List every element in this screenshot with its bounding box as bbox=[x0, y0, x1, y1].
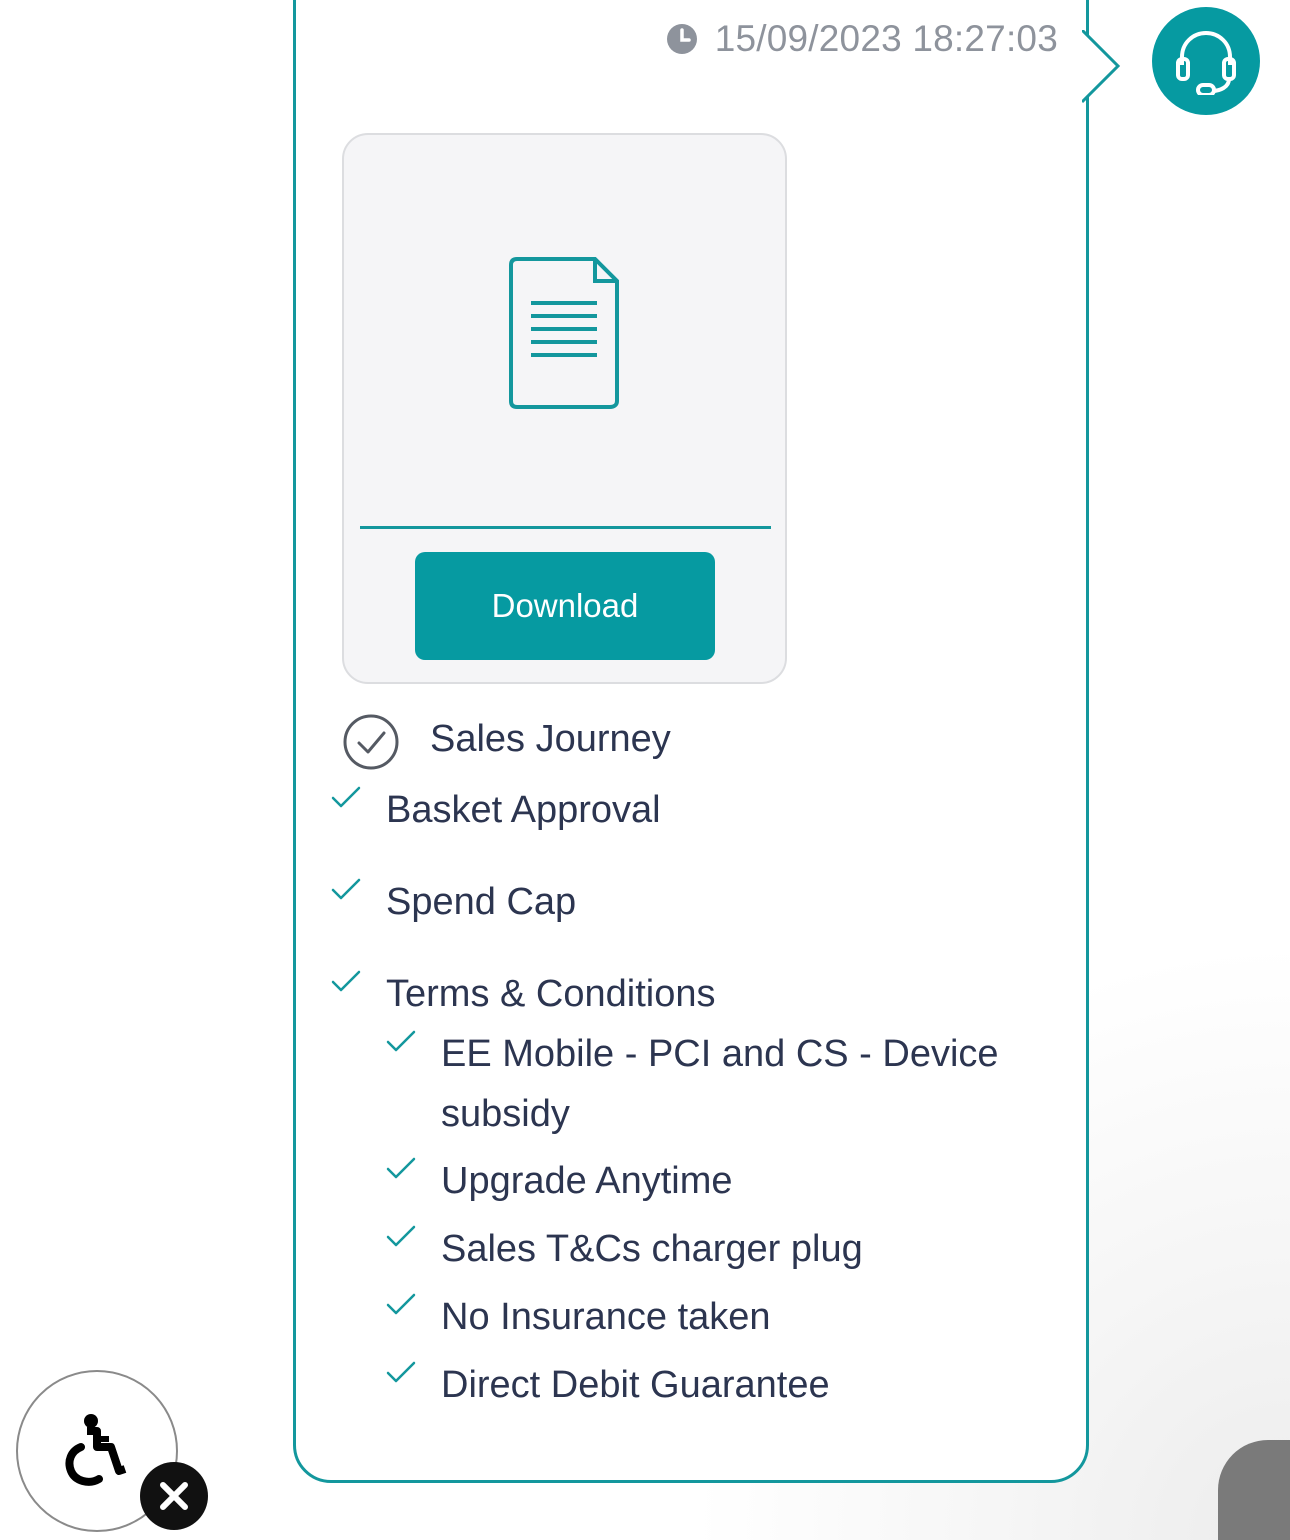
list-item-no-insurance: No Insurance taken bbox=[441, 1296, 771, 1338]
journey-title: Sales Journey bbox=[430, 718, 671, 760]
list-item-direct-debit: Direct Debit Guarantee bbox=[441, 1364, 830, 1406]
close-icon bbox=[160, 1482, 188, 1510]
close-accessibility-button[interactable] bbox=[140, 1462, 208, 1530]
check-icon bbox=[386, 1361, 416, 1383]
bubble-tail bbox=[1082, 30, 1121, 104]
headset-icon bbox=[1176, 30, 1236, 95]
list-item-spend-cap: Spend Cap bbox=[386, 881, 577, 923]
journey-header bbox=[342, 713, 400, 771]
list-item-basket-approval: Basket Approval bbox=[386, 789, 661, 831]
check-icon bbox=[331, 970, 361, 992]
check-icon bbox=[386, 1225, 416, 1247]
list-item-terms-conditions: Terms & Conditions bbox=[386, 973, 716, 1015]
check-icon bbox=[386, 1030, 416, 1052]
circle-check-icon bbox=[343, 714, 399, 770]
clock-icon bbox=[666, 24, 697, 54]
check-icon bbox=[386, 1157, 416, 1179]
agent-avatar bbox=[1152, 7, 1260, 115]
download-button[interactable]: Download bbox=[415, 552, 715, 660]
list-item-charger-plug: Sales T&Cs charger plug bbox=[441, 1228, 863, 1270]
check-icon bbox=[331, 786, 361, 808]
check-icon bbox=[386, 1293, 416, 1315]
attachment-card: Download bbox=[342, 133, 787, 684]
timestamp-text: 15/09/2023 18:27:03 bbox=[714, 18, 1058, 59]
message-timestamp: 15/09/2023 18:27:03 bbox=[665, 18, 1058, 60]
check-icon bbox=[331, 878, 361, 900]
document-icon bbox=[509, 257, 619, 409]
wheelchair-icon bbox=[65, 1414, 127, 1486]
list-item-device-subsidy: EE Mobile - PCI and CS - Device subsidy bbox=[441, 1033, 999, 1135]
list-item-upgrade-anytime: Upgrade Anytime bbox=[441, 1160, 733, 1202]
card-divider bbox=[360, 526, 771, 529]
